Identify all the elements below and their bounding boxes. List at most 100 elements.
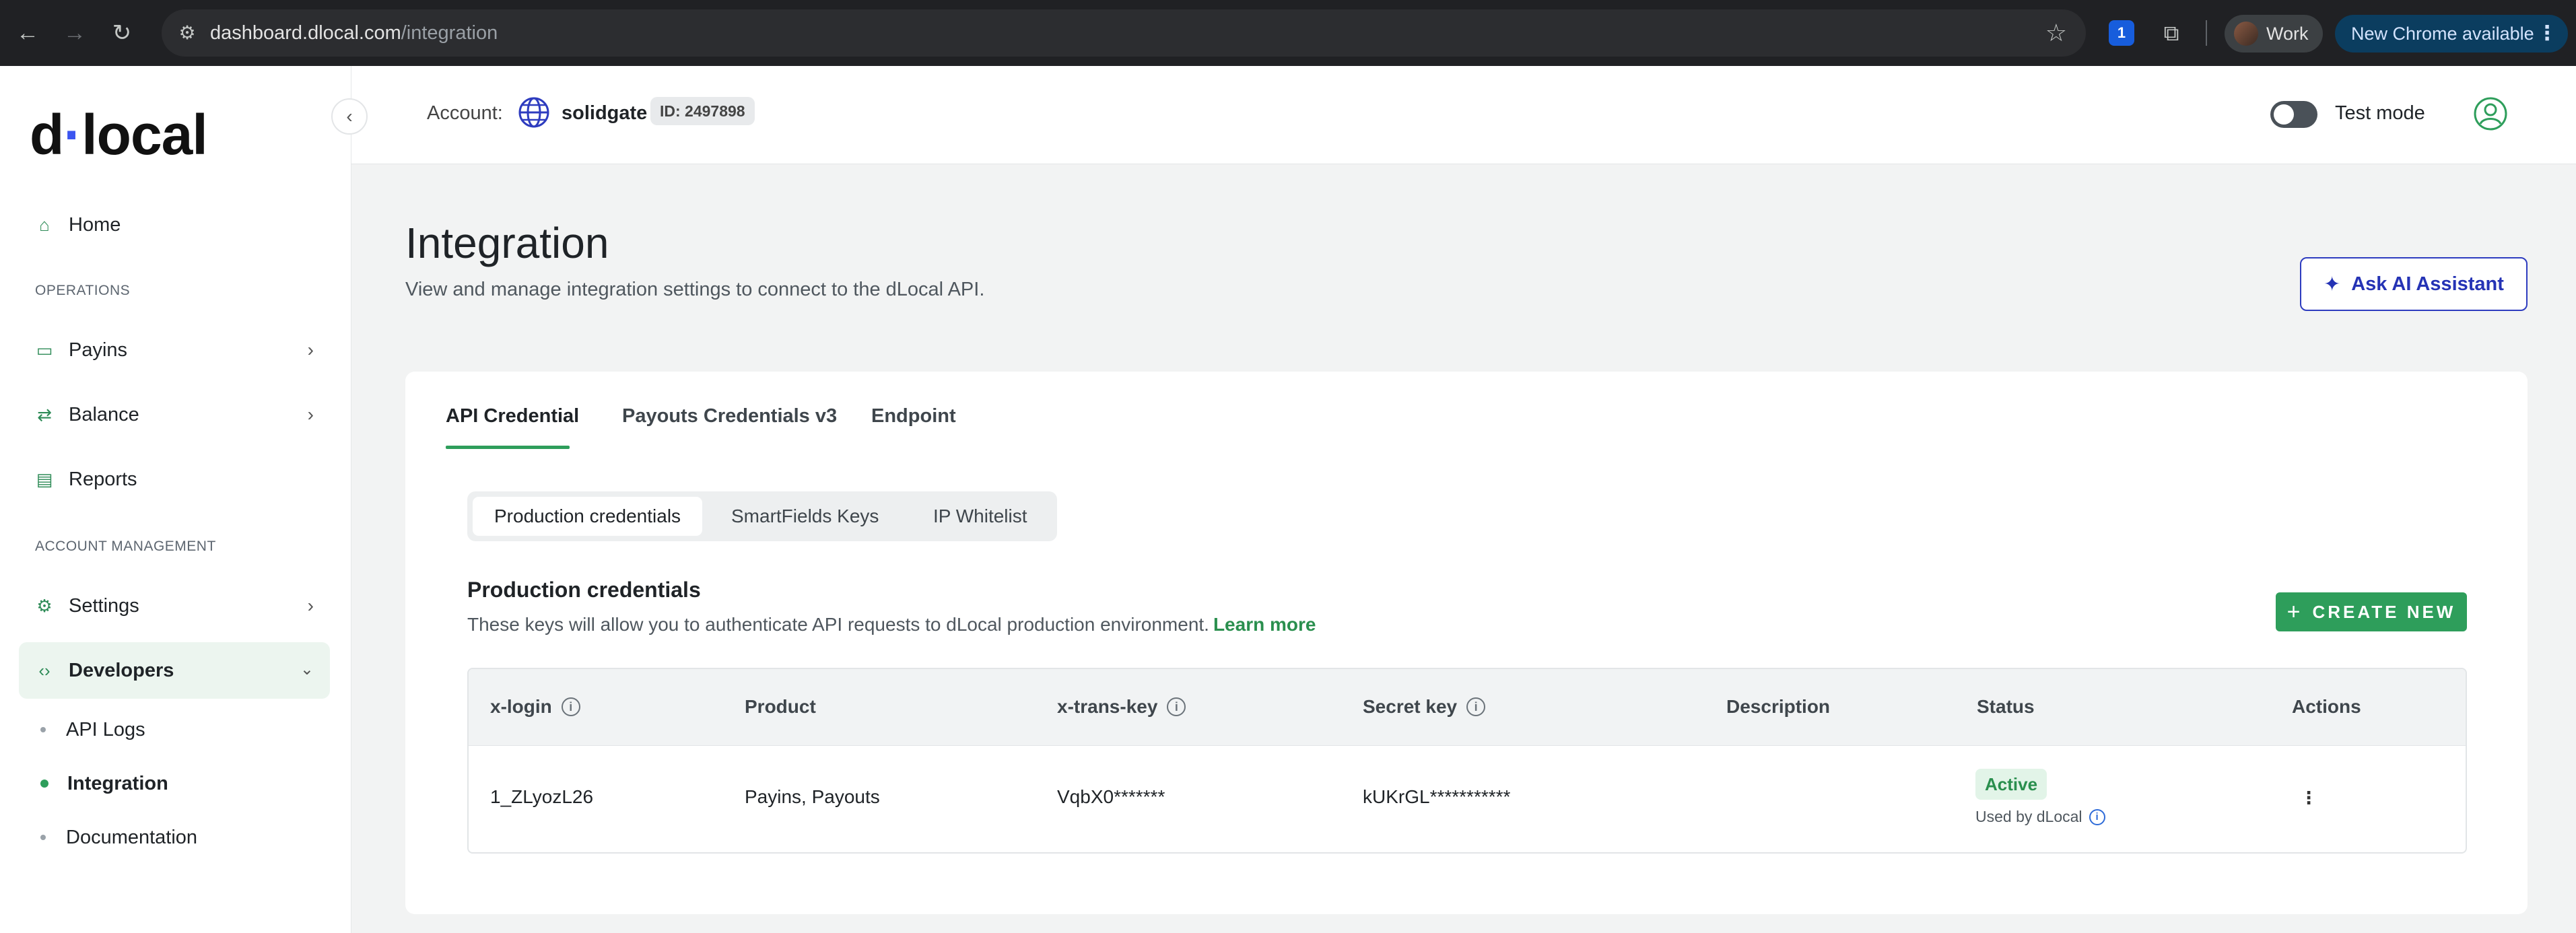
test-mode-label: Test mode: [2335, 102, 2425, 124]
segment-production-credentials[interactable]: Production credentials: [473, 497, 703, 536]
sidebar-item-home[interactable]: ⌂ Home: [19, 197, 330, 253]
chevron-right-icon: ›: [307, 404, 314, 425]
tab-endpoint[interactable]: Endpoint: [871, 405, 956, 427]
sidebar-subitem-integration[interactable]: Integration: [40, 763, 168, 804]
toolbar-divider: [2206, 20, 2207, 46]
sidebar-subitem-label: API Logs: [66, 718, 145, 740]
cell-x-trans-key: VqbX0*******: [1057, 786, 1165, 807]
sidebar-item-developers[interactable]: ‹› Developers ⌄: [19, 642, 330, 699]
info-icon[interactable]: i: [1466, 697, 1486, 716]
sidebar-item-label: Payins: [69, 339, 128, 361]
plus-icon: +: [2286, 598, 2301, 625]
chrome-update-button[interactable]: New Chrome available ⋮: [2335, 15, 2568, 53]
sidebar-subitem-label: Integration: [67, 772, 168, 794]
cell-x-login: 1_ZLyozL26: [490, 786, 594, 807]
user-profile-icon[interactable]: [2472, 96, 2509, 132]
sidebar-item-label: Settings: [69, 594, 139, 617]
tab-api-credential[interactable]: API Credential: [446, 405, 579, 427]
reload-icon[interactable]: ↻: [105, 16, 139, 50]
chevron-down-icon: ⌄: [300, 660, 314, 679]
status-note: Used by dLocal i: [1975, 808, 2105, 826]
chrome-menu-icon[interactable]: ⋮: [2537, 22, 2557, 45]
credentials-table: x-login i Product x-trans-key i Secret key…: [467, 668, 2467, 854]
integration-card: API Credential Payouts Credentials v3 En…: [405, 372, 2528, 914]
bullet-dot: [40, 727, 46, 732]
sidebar-item-balance[interactable]: ⇄ Balance ›: [19, 386, 330, 443]
code-icon: ‹›: [38, 660, 50, 681]
test-mode-toggle[interactable]: [2270, 101, 2317, 128]
home-icon: ⌂: [39, 215, 50, 235]
sidebar-item-reports[interactable]: ▤ Reports: [19, 451, 330, 508]
account-id-badge: ID: 2497898: [650, 97, 755, 125]
column-header-actions: Actions: [2292, 696, 2361, 717]
info-icon[interactable]: i: [2089, 808, 2105, 825]
section-description: These keys will allow you to authenticat…: [467, 614, 1316, 635]
sidebar-item-label: Balance: [69, 403, 139, 425]
column-header-x-trans-key: x-trans-key i: [1057, 696, 1186, 718]
sidebar-item-label: Home: [69, 213, 121, 236]
tab-payouts-credentials-v3[interactable]: Payouts Credentials v3: [622, 405, 837, 427]
account-name[interactable]: solidgate: [562, 102, 647, 125]
bullet-dot: [40, 835, 46, 840]
info-icon[interactable]: i: [561, 697, 580, 716]
active-tab-indicator: [446, 446, 570, 449]
address-bar[interactable]: ⚙ dashboard.dlocal.com/integration ☆: [162, 9, 2086, 57]
sidebar-item-settings[interactable]: ⚙ Settings ›: [19, 578, 330, 634]
sidebar-subitem-api-logs[interactable]: API Logs: [40, 710, 145, 750]
browser-toolbar: ← → ↻ ⚙ dashboard.dlocal.com/integration…: [0, 0, 2576, 66]
row-actions-menu-icon[interactable]: ⋮: [2300, 788, 2317, 808]
gear-icon: ⚙: [36, 596, 53, 616]
url-host: dashboard.dlocal.com: [210, 22, 401, 44]
column-header-product: Product: [745, 696, 816, 717]
back-arrow-icon[interactable]: ←: [11, 16, 44, 50]
section-title: Production credentials: [467, 578, 701, 602]
balance-icon: ⇄: [37, 405, 52, 425]
table-header: x-login i Product x-trans-key i Secret key…: [469, 669, 2466, 746]
sidebar-subitem-documentation[interactable]: Documentation: [40, 817, 197, 858]
chevron-right-icon: ›: [307, 595, 314, 616]
wallet-icon: ▭: [36, 340, 53, 360]
bullet-dot: [40, 780, 48, 788]
url-path: /integration: [401, 22, 498, 44]
report-icon: ▤: [36, 469, 53, 489]
create-button-label: CREATE NEW: [2312, 601, 2456, 622]
cell-product: Payins, Payouts: [745, 786, 880, 807]
page-subtitle: View and manage integration settings to …: [405, 279, 985, 300]
column-header-status: Status: [1977, 696, 2035, 717]
column-header-secret-key: Secret key i: [1363, 696, 1486, 718]
sidebar-subitem-label: Documentation: [66, 826, 198, 848]
site-settings-icon[interactable]: ⚙: [175, 21, 199, 45]
sidebar-item-label: Reports: [69, 468, 137, 490]
chevron-left-icon: ‹: [346, 106, 353, 127]
ai-button-label: Ask AI Assistant: [2351, 273, 2504, 295]
toggle-knob: [2274, 104, 2294, 125]
globe-icon: [518, 97, 549, 128]
collapse-sidebar-button[interactable]: ‹: [331, 98, 368, 135]
top-bar: Account: solidgate ID: 2497898 Test mode: [351, 66, 2576, 164]
sidebar-item-payins[interactable]: ▭ Payins ›: [19, 322, 330, 378]
credentials-segmented-control: Production credentials SmartFields Keys …: [467, 491, 1057, 541]
chevron-right-icon: ›: [307, 339, 314, 360]
dlocal-logo[interactable]: d·local: [30, 102, 208, 168]
extensions-puzzle-icon[interactable]: ⧉: [2156, 18, 2187, 48]
create-new-button[interactable]: + CREATE NEW: [2276, 592, 2467, 631]
sidebar: d·local ⌂ Home OPERATIONS ▭ Payins › ⇄ B…: [0, 66, 351, 933]
url-text[interactable]: dashboard.dlocal.com/integration: [210, 22, 498, 44]
segment-smartfields-keys[interactable]: SmartFields Keys: [710, 497, 900, 536]
column-header-x-login: x-login i: [490, 696, 580, 718]
status-badge: Active: [1975, 769, 2047, 800]
sidebar-item-label: Developers: [69, 659, 174, 681]
account-label: Account:: [427, 102, 503, 124]
profile-chip[interactable]: Work: [2225, 15, 2323, 53]
profile-label: Work: [2266, 23, 2309, 44]
section-title-account-management: ACCOUNT MANAGEMENT: [35, 539, 216, 554]
profile-avatar: [2234, 22, 2258, 46]
ask-ai-assistant-button[interactable]: ✦ Ask AI Assistant: [2300, 257, 2528, 311]
bitwarden-extension-icon[interactable]: 1: [2109, 20, 2134, 46]
update-label: New Chrome available: [2351, 23, 2534, 44]
learn-more-link[interactable]: Learn more: [1213, 614, 1316, 635]
info-icon[interactable]: i: [1167, 697, 1186, 716]
forward-arrow-icon[interactable]: →: [58, 16, 92, 50]
segment-ip-whitelist[interactable]: IP Whitelist: [912, 497, 1049, 536]
bookmark-star-icon[interactable]: ☆: [2045, 19, 2067, 47]
